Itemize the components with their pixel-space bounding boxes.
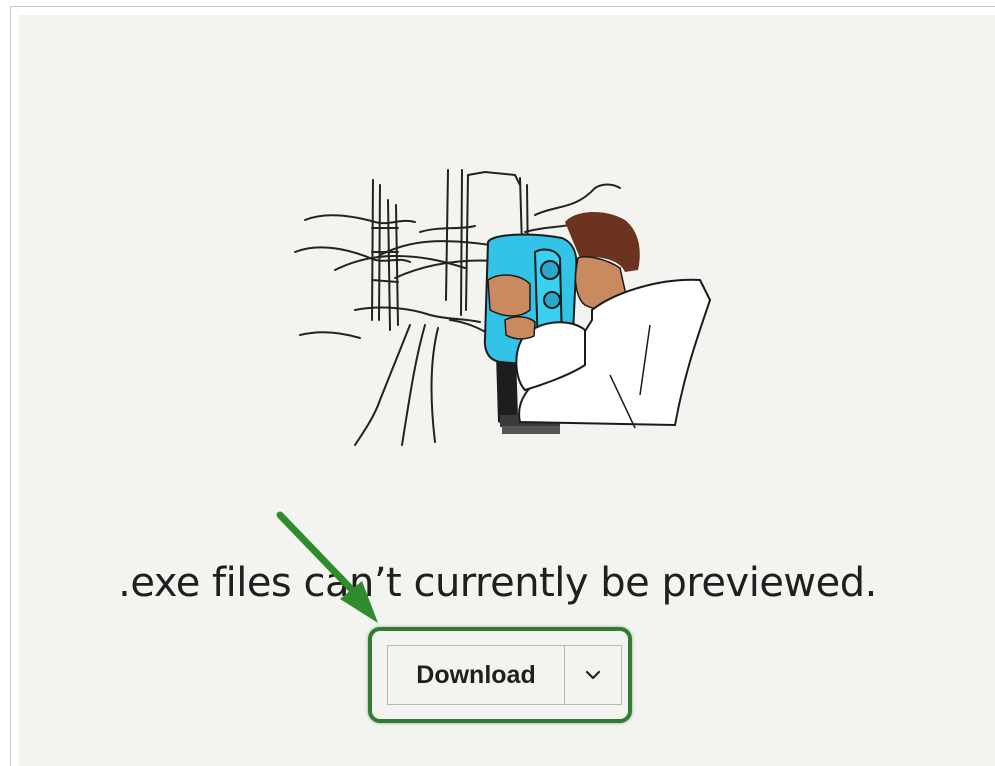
chevron-down-icon [585,670,601,680]
download-button[interactable]: Download [388,646,565,704]
download-options-button[interactable] [565,646,621,704]
download-button-group: Download [387,645,622,705]
preview-unavailable-message: .exe files can’t currently be previewed. [118,560,877,606]
screenshot-frame: .exe files can’t currently be previewed.… [0,0,995,766]
person-with-binoculars-illustration [294,169,712,446]
